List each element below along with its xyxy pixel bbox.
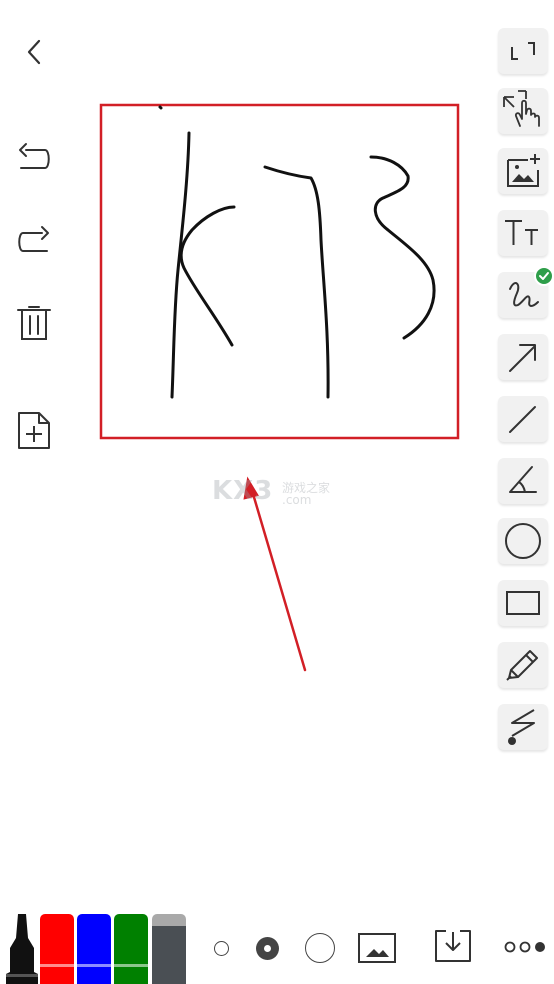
line-icon (509, 406, 536, 433)
rectangle-tool-button[interactable] (498, 580, 548, 626)
selected-size-dot (264, 945, 271, 952)
fullscreen-icon (511, 42, 535, 60)
ink-stroke (179, 205, 236, 347)
background-image-icon (358, 933, 396, 963)
more-icon (504, 941, 545, 953)
check-icon (539, 272, 549, 280)
freehand-pen-button[interactable] (498, 266, 554, 318)
more-button[interactable] (504, 940, 546, 954)
pan-zoom-hand-icon (503, 90, 540, 127)
redo-button[interactable] (14, 220, 54, 260)
redo-icon (18, 226, 49, 252)
arrow-tool-button[interactable] (498, 334, 548, 380)
stroke-size-large[interactable] (305, 933, 335, 963)
add-page-button[interactable] (14, 410, 54, 450)
circle-icon (505, 523, 541, 559)
watermark: KX3 游戏之家 .com (212, 476, 342, 510)
eraser[interactable] (152, 926, 186, 984)
annotation-red-arrow (249, 485, 307, 672)
insert-image-button[interactable] (498, 148, 548, 194)
save-download-icon (435, 930, 471, 962)
text-button[interactable] (498, 210, 548, 256)
laser-pointer-icon (508, 709, 535, 745)
add-page-icon (18, 412, 50, 449)
pan-zoom-button[interactable] (498, 88, 548, 134)
ink-stroke (170, 131, 191, 399)
ink-stroke (369, 155, 436, 340)
annotation-red-rectangle (99, 103, 460, 440)
pencil-icon (506, 650, 538, 681)
stroke-size-medium[interactable] (256, 937, 279, 960)
line-tool-button[interactable] (498, 396, 548, 442)
laser-pointer-button[interactable] (498, 704, 548, 750)
watermark-logo-text: KX3 (212, 476, 274, 506)
rectangle-icon (506, 591, 540, 615)
insert-image-icon (507, 154, 540, 187)
watermark-domain-text: .com (282, 493, 312, 507)
back-icon (27, 39, 41, 65)
arrow-icon (509, 344, 536, 372)
fullscreen-button[interactable] (498, 28, 548, 74)
pencil-tool-button[interactable] (498, 642, 548, 688)
eraser-cap (152, 914, 186, 926)
delete-button[interactable] (14, 303, 54, 343)
ink-stroke (158, 105, 163, 110)
black-marker[interactable] (4, 912, 40, 984)
blue-marker[interactable] (77, 914, 111, 984)
undo-icon (19, 143, 50, 169)
angle-tool-button[interactable] (498, 458, 548, 504)
back-button[interactable] (14, 32, 54, 72)
circle-tool-button[interactable] (498, 518, 548, 564)
ink-stroke (263, 165, 330, 399)
stroke-size-small[interactable] (214, 941, 229, 956)
green-marker[interactable] (114, 914, 148, 984)
undo-button[interactable] (14, 137, 54, 177)
save-button[interactable] (433, 928, 473, 964)
background-image-button[interactable] (357, 931, 397, 965)
trash-icon (17, 306, 51, 340)
text-size-icon (505, 220, 538, 245)
angle-icon (509, 466, 537, 493)
red-marker[interactable] (40, 914, 74, 984)
selected-check-badge (534, 266, 554, 286)
